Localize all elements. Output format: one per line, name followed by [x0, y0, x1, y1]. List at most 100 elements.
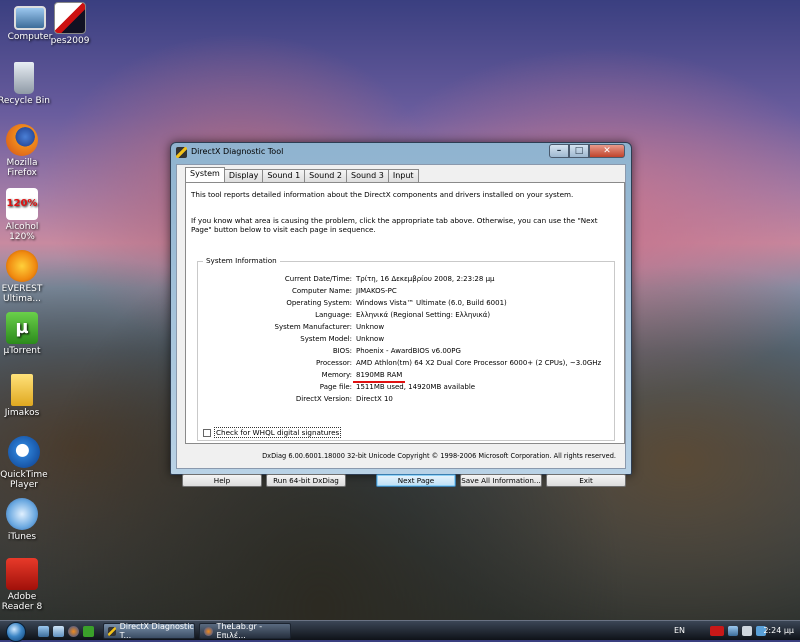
- desktop-icon-firefox[interactable]: Mozilla Firefox: [0, 124, 52, 178]
- firefox-taskbar-icon: [204, 626, 213, 636]
- recycle-bin-icon: [14, 62, 34, 94]
- next-page-button[interactable]: Next Page: [376, 474, 456, 487]
- info-value: Ελληνικά (Regional Setting: Ελληνικά): [356, 311, 491, 319]
- info-label: Memory:: [321, 371, 352, 379]
- desktop-icon-label: Recycle Bin: [0, 96, 50, 106]
- tab-system[interactable]: System: [185, 167, 225, 182]
- desktop-icon-everest[interactable]: EVEREST Ultima...: [0, 250, 52, 304]
- info-row-computer-name: Computer Name: JIMAKOS-PC: [198, 287, 616, 299]
- adobe-reader-icon: [6, 558, 38, 590]
- info-row-memory: Memory: 8190MB RAM: [198, 371, 616, 383]
- network-tray-icon[interactable]: [728, 626, 738, 636]
- info-label: Processor:: [316, 359, 352, 367]
- tab-sound-2[interactable]: Sound 2: [304, 169, 347, 182]
- desktop-icon-label: EVEREST Ultima...: [1, 284, 43, 304]
- desktop-icon-label: QuickTime Player: [0, 470, 48, 490]
- firefox-icon: [6, 124, 38, 156]
- desktop-icon-recycle-bin[interactable]: Recycle Bin: [0, 62, 54, 106]
- help-button[interactable]: Help: [182, 474, 262, 487]
- quicktime-icon: [8, 436, 40, 468]
- group-title: System Information: [203, 256, 280, 265]
- window-controls: – □ ✕: [549, 144, 625, 158]
- pes2009-icon: [54, 2, 86, 34]
- exit-button[interactable]: Exit: [546, 474, 626, 487]
- whql-checkbox-label[interactable]: Check for WHQL digital signatures: [214, 427, 342, 438]
- desktop-icon-label: Alcohol 120%: [5, 222, 39, 242]
- checkbox-box[interactable]: [203, 428, 211, 437]
- switch-windows-icon[interactable]: [53, 626, 64, 637]
- dxdiag-taskbar-icon: [108, 626, 116, 636]
- dialog-client: System Display Sound 1 Sound 2 Sound 3 I…: [176, 164, 626, 487]
- window-title: DirectX Diagnostic Tool: [191, 147, 284, 156]
- info-label: Operating System:: [286, 299, 352, 307]
- run-64-bit-dxdiag-button[interactable]: Run 64-bit DxDiag: [266, 474, 346, 487]
- utorrent-quicklaunch-icon[interactable]: [83, 626, 94, 637]
- taskbar: DirectX Diagnostic T... TheLab.gr - Επιλ…: [0, 620, 800, 642]
- whql-checkbox[interactable]: Check for WHQL digital signatures: [203, 427, 342, 438]
- close-button[interactable]: ✕: [589, 144, 625, 158]
- info-value: 1511MB used, 14920MB available: [356, 383, 476, 391]
- clock[interactable]: 2:24 μμ: [763, 626, 794, 635]
- taskbar-item-label: DirectX Diagnostic T...: [119, 622, 194, 640]
- info-row-manufacturer: System Manufacturer: Unknow: [198, 323, 616, 335]
- minimize-button[interactable]: –: [549, 144, 569, 158]
- tab-input[interactable]: Input: [387, 169, 419, 182]
- info-value: JIMAKOS-PC: [356, 287, 397, 295]
- desktop-icon-label: µTorrent: [3, 346, 41, 356]
- desktop-icon-jimakos[interactable]: Jimakos: [0, 374, 52, 418]
- info-label: System Manufacturer:: [274, 323, 352, 331]
- taskbar-item-dxdiag[interactable]: DirectX Diagnostic T...: [103, 622, 195, 640]
- language-indicator[interactable]: EN: [674, 626, 685, 635]
- system-information-group: System Information Current Date/Time: Τρ…: [197, 256, 616, 441]
- info-value: Unknow: [356, 323, 385, 331]
- desktop-icon-alcohol[interactable]: 120% Alcohol 120%: [0, 188, 52, 242]
- tab-sound-3[interactable]: Sound 3: [346, 169, 389, 182]
- info-label: Language:: [315, 311, 352, 319]
- info-value: AMD Athlon(tm) 64 X2 Dual Core Processor…: [356, 359, 602, 367]
- desktop-icon-utorrent[interactable]: µ µTorrent: [0, 312, 52, 356]
- info-value: Phoenix - AwardBIOS v6.00PG: [356, 347, 461, 355]
- info-row-os: Operating System: Windows Vista™ Ultimat…: [198, 299, 616, 311]
- title-bar[interactable]: DirectX Diagnostic Tool – □ ✕: [171, 143, 631, 162]
- maximize-button[interactable]: □: [569, 144, 589, 158]
- show-desktop-icon[interactable]: [38, 626, 49, 637]
- desktop-icon-label: Mozilla Firefox: [6, 158, 38, 178]
- folder-icon: [11, 374, 33, 406]
- desktop-icon-quicktime[interactable]: QuickTime Player: [0, 436, 54, 490]
- tab-display[interactable]: Display: [223, 169, 264, 182]
- info-label: BIOS:: [332, 347, 352, 355]
- utorrent-icon: µ: [6, 312, 38, 344]
- dxdiag-app-icon: [176, 147, 187, 158]
- info-row-bios: BIOS: Phoenix - AwardBIOS v6.00PG: [198, 347, 616, 359]
- info-label: Computer Name:: [291, 287, 352, 295]
- desktop-icon-label: Adobe Reader 8: [1, 592, 43, 612]
- info-row-language: Language: Ελληνικά (Regional Setting: Ελ…: [198, 311, 616, 323]
- start-button[interactable]: [6, 622, 26, 642]
- tab-sound-1[interactable]: Sound 1: [262, 169, 306, 182]
- info-label: Current Date/Time:: [284, 275, 352, 283]
- everest-icon: [6, 250, 38, 282]
- instructions-text: If you know what area is causing the pro…: [191, 216, 598, 234]
- info-label: Page file:: [319, 383, 352, 391]
- firefox-quicklaunch-icon[interactable]: [68, 626, 79, 637]
- info-row-page-file: Page file: 1511MB used, 14920MB availabl…: [198, 383, 616, 395]
- info-label: DirectX Version:: [295, 395, 352, 403]
- desktop-icon-label: iTunes: [7, 532, 37, 542]
- ati-tray-icon[interactable]: [710, 626, 724, 636]
- version-copyright-text: DxDiag 6.00.6001.18000 32-bit Unicode Co…: [262, 452, 616, 460]
- volume-tray-icon[interactable]: [742, 626, 752, 636]
- info-row-processor: Processor: AMD Athlon(tm) 64 X2 Dual Cor…: [198, 359, 616, 371]
- desktop-icon-itunes[interactable]: iTunes: [0, 498, 52, 542]
- info-label: System Model:: [300, 335, 352, 343]
- alcohol-icon: 120%: [6, 188, 38, 220]
- taskbar-item-firefox[interactable]: TheLab.gr - Επιλέ...: [199, 622, 291, 640]
- desktop-icon-pes2009[interactable]: pes2009: [40, 2, 100, 46]
- info-row-model: System Model: Unknow: [198, 335, 616, 347]
- desktop-icon-adobe-reader[interactable]: Adobe Reader 8: [0, 558, 52, 612]
- tab-strip: System Display Sound 1 Sound 2 Sound 3 I…: [185, 167, 419, 182]
- save-all-information-button[interactable]: Save All Information...: [460, 474, 542, 487]
- info-value: Windows Vista™ Ultimate (6.0, Build 6001…: [356, 299, 507, 307]
- dxdiag-window: DirectX Diagnostic Tool – □ ✕ System Dis…: [170, 142, 632, 487]
- system-tab-page: This tool reports detailed information a…: [185, 182, 625, 444]
- itunes-icon: [6, 498, 38, 530]
